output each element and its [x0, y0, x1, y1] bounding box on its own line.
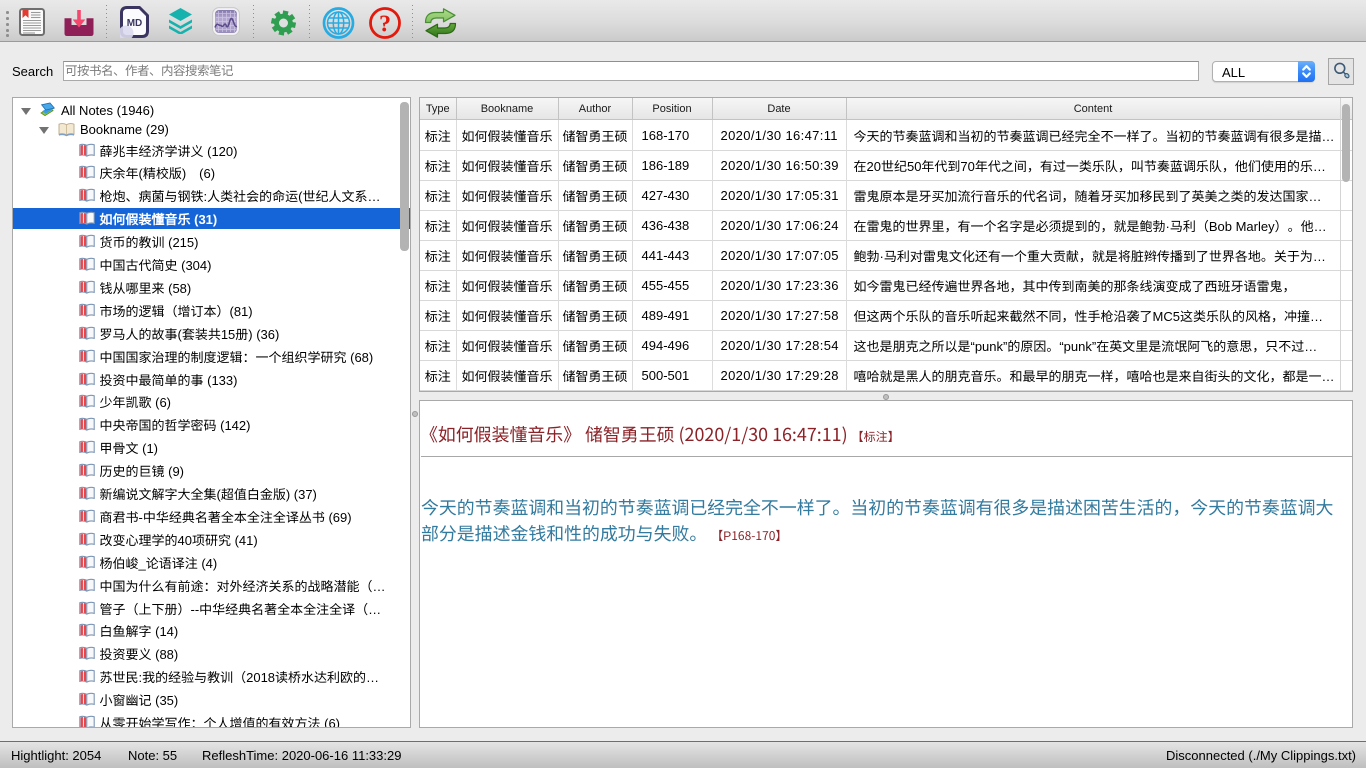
svg-text:MD: MD	[127, 18, 143, 29]
svg-text:?: ?	[379, 12, 391, 38]
